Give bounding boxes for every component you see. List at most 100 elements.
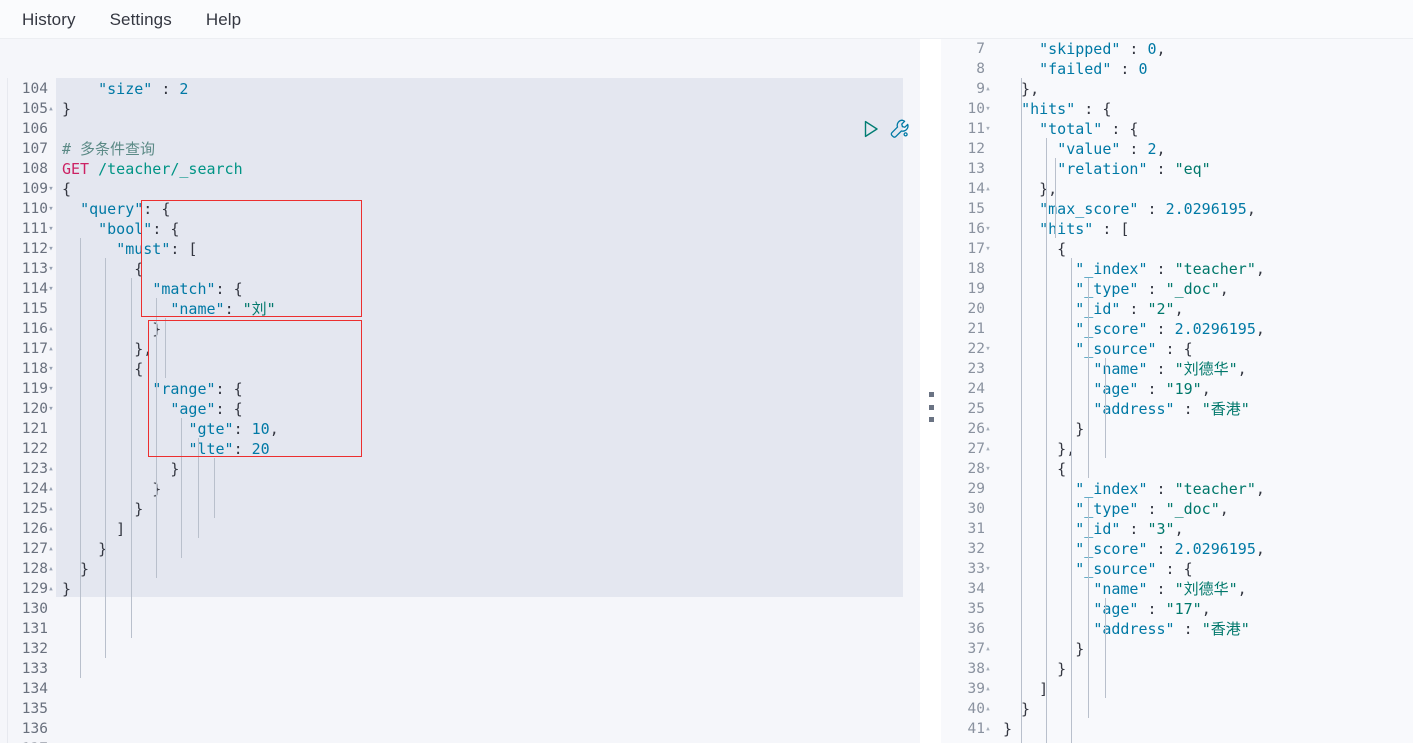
editor-code-lines[interactable]: 104 "size" : 2 105 ▴} 106 107 # 多条件查询 108 GET /… bbox=[0, 39, 920, 743]
code-line: 28 ▾ { bbox=[941, 459, 1413, 479]
code-line[interactable]: 128 ▴ } bbox=[0, 559, 920, 579]
code-line: 17 ▾ { bbox=[941, 239, 1413, 259]
fold-expand-icon[interactable]: ▴ bbox=[46, 519, 56, 539]
fold-collapse-icon[interactable]: ▾ bbox=[983, 559, 993, 579]
code-line: 15 "max_score" : 2.0296195, bbox=[941, 199, 1413, 219]
fold-collapse-icon[interactable]: ▾ bbox=[46, 259, 56, 279]
fold-collapse-icon[interactable]: ▾ bbox=[983, 219, 993, 239]
line-number: 25 bbox=[967, 401, 985, 417]
code-line[interactable]: 113 ▾ { bbox=[0, 259, 920, 279]
fold-collapse-icon[interactable]: ▾ bbox=[46, 399, 56, 419]
pane-resize-handle[interactable] bbox=[925, 392, 937, 422]
fold-expand-icon[interactable]: ▴ bbox=[983, 699, 993, 719]
fold-expand-icon[interactable]: ▴ bbox=[46, 499, 56, 519]
editor-scrollbar-track[interactable] bbox=[905, 39, 919, 743]
code-line[interactable]: 124 ▴ } bbox=[0, 479, 920, 499]
code-line[interactable]: 110 ▾ "query": { bbox=[0, 199, 920, 219]
token-plain: } bbox=[1003, 660, 1067, 678]
fold-expand-icon[interactable]: ▴ bbox=[983, 639, 993, 659]
code-line[interactable]: 136 bbox=[0, 719, 920, 739]
code-line[interactable]: 112 ▾ "must": [ bbox=[0, 239, 920, 259]
code-line[interactable]: 137 bbox=[0, 739, 920, 743]
fold-collapse-icon[interactable]: ▾ bbox=[983, 239, 993, 259]
code-line[interactable]: 117 ▴ }, bbox=[0, 339, 920, 359]
code-line[interactable]: 123 ▴ } bbox=[0, 459, 920, 479]
request-actions[interactable] bbox=[861, 118, 911, 140]
fold-expand-icon[interactable]: ▴ bbox=[983, 719, 993, 739]
code-line[interactable]: 108 GET /teacher/_search bbox=[0, 159, 920, 179]
fold-expand-icon[interactable]: ▴ bbox=[983, 419, 993, 439]
menu-item-help[interactable]: Help bbox=[206, 0, 241, 39]
code-line[interactable]: 135 bbox=[0, 699, 920, 719]
code-line[interactable]: 119 ▾ "range": { bbox=[0, 379, 920, 399]
token-plain: : bbox=[1147, 360, 1175, 378]
code-text: "query": { bbox=[62, 199, 170, 219]
code-line[interactable]: 107 # 多条件查询 bbox=[0, 139, 920, 159]
fold-expand-icon[interactable]: ▴ bbox=[46, 339, 56, 359]
fold-collapse-icon[interactable]: ▾ bbox=[983, 339, 993, 359]
menu-item-history[interactable]: History bbox=[22, 0, 76, 39]
code-line[interactable]: 121 "gte": 10, bbox=[0, 419, 920, 439]
token-plain: : { bbox=[1156, 340, 1193, 358]
fold-collapse-icon[interactable]: ▾ bbox=[46, 239, 56, 259]
token-plain: , bbox=[1201, 380, 1211, 398]
code-line: 37 ▴ } bbox=[941, 639, 1413, 659]
token-plain: : bbox=[1138, 380, 1166, 398]
code-text: ] bbox=[1003, 679, 1048, 699]
code-line[interactable]: 116 ▴ } bbox=[0, 319, 920, 339]
code-line[interactable]: 129 ▴} bbox=[0, 579, 920, 599]
fold-expand-icon[interactable]: ▴ bbox=[983, 79, 993, 99]
code-line[interactable]: 130 bbox=[0, 599, 920, 619]
line-number: 15 bbox=[967, 201, 985, 217]
menu-item-settings[interactable]: Settings bbox=[110, 0, 172, 39]
fold-collapse-icon[interactable]: ▾ bbox=[46, 179, 56, 199]
fold-collapse-icon[interactable]: ▾ bbox=[46, 379, 56, 399]
fold-collapse-icon[interactable]: ▾ bbox=[46, 279, 56, 299]
token-plain: , bbox=[269, 420, 279, 438]
fold-expand-icon[interactable]: ▴ bbox=[46, 99, 56, 119]
code-line[interactable]: 134 bbox=[0, 679, 920, 699]
fold-collapse-icon[interactable]: ▾ bbox=[46, 219, 56, 239]
fold-expand-icon[interactable]: ▴ bbox=[983, 659, 993, 679]
code-line[interactable]: 132 bbox=[0, 639, 920, 659]
indent-guide bbox=[131, 278, 132, 638]
fold-expand-icon[interactable]: ▴ bbox=[983, 439, 993, 459]
code-line[interactable]: 106 bbox=[0, 119, 920, 139]
code-line[interactable]: 115 "name": "刘" bbox=[0, 299, 920, 319]
fold-expand-icon[interactable]: ▴ bbox=[46, 319, 56, 339]
play-icon[interactable] bbox=[861, 119, 881, 139]
fold-expand-icon[interactable]: ▴ bbox=[983, 679, 993, 699]
request-editor-pane[interactable]: 104 "size" : 2 105 ▴} 106 107 # 多条件查询 108 GET /… bbox=[0, 39, 920, 743]
code-line[interactable]: 120 ▾ "age": { bbox=[0, 399, 920, 419]
fold-expand-icon[interactable]: ▴ bbox=[46, 539, 56, 559]
fold-expand-icon[interactable]: ▴ bbox=[983, 179, 993, 199]
fold-collapse-icon[interactable]: ▾ bbox=[46, 359, 56, 379]
code-line[interactable]: 114 ▾ "match": { bbox=[0, 279, 920, 299]
fold-collapse-icon[interactable]: ▾ bbox=[983, 99, 993, 119]
fold-expand-icon[interactable]: ▴ bbox=[46, 559, 56, 579]
code-line[interactable]: 109 ▾{ bbox=[0, 179, 920, 199]
token-plain: : bbox=[1138, 280, 1166, 298]
code-line[interactable]: 125 ▴ } bbox=[0, 499, 920, 519]
code-line[interactable]: 105 ▴} bbox=[0, 99, 920, 119]
fold-expand-icon[interactable]: ▴ bbox=[46, 459, 56, 479]
fold-collapse-icon[interactable]: ▾ bbox=[46, 199, 56, 219]
code-line[interactable]: 118 ▾ { bbox=[0, 359, 920, 379]
fold-expand-icon[interactable]: ▴ bbox=[46, 579, 56, 599]
fold-collapse-icon[interactable]: ▾ bbox=[983, 459, 993, 479]
line-number: 7 bbox=[976, 41, 985, 57]
code-line[interactable]: 111 ▾ "bool": { bbox=[0, 219, 920, 239]
response-pane[interactable]: 7 "skipped" : 0, 8 "failed" : 0 9 ▴ }, 10 ▾ "… bbox=[941, 39, 1413, 743]
code-line[interactable]: 122 "lte": 20 bbox=[0, 439, 920, 459]
code-line[interactable]: 104 "size" : 2 bbox=[0, 79, 920, 99]
fold-collapse-icon[interactable]: ▾ bbox=[983, 119, 993, 139]
code-line[interactable]: 131 bbox=[0, 619, 920, 639]
fold-expand-icon[interactable]: ▴ bbox=[46, 479, 56, 499]
code-line[interactable]: 127 ▴ } bbox=[0, 539, 920, 559]
code-line[interactable]: 126 ▴ ] bbox=[0, 519, 920, 539]
code-line: 18 "_index" : "teacher", bbox=[941, 259, 1413, 279]
code-line[interactable]: 133 bbox=[0, 659, 920, 679]
